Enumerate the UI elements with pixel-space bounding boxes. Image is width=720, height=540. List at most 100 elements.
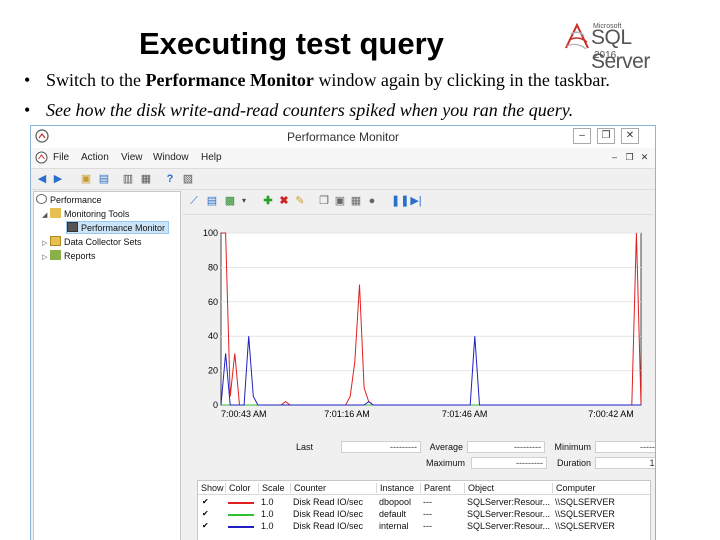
bullet-2-text: See how the disk write-and-read counters…	[46, 100, 574, 120]
row-scale: 1.0	[261, 497, 274, 507]
column-header-counter[interactable]: Counter	[290, 483, 326, 493]
data-collector-icon	[50, 236, 61, 246]
child-minimize-icon[interactable]: –	[609, 152, 620, 163]
column-header-color[interactable]: Color	[225, 483, 251, 493]
close-button[interactable]: ✕	[621, 128, 639, 144]
x-tick-label: 7:00:42 AM	[588, 409, 634, 419]
column-header-computer[interactable]: Computer	[552, 483, 596, 493]
view-log-data-icon[interactable]: ▤	[205, 194, 219, 208]
reports-icon	[50, 250, 61, 260]
menu-help[interactable]: Help	[201, 152, 222, 163]
row-parent: ---	[423, 509, 432, 519]
maximum-label: Maximum	[425, 458, 465, 468]
child-close-icon[interactable]: ✕	[639, 152, 650, 163]
x-tick-label: 7:00:43 AM	[221, 409, 267, 419]
sql-server-logo: Microsoft SQL Server 2016	[563, 20, 675, 73]
minimize-button[interactable]: –	[573, 128, 591, 144]
show-hide-tree-icon[interactable]: ▤	[97, 172, 111, 186]
tree-label-performance-monitor: Performance Monitor	[81, 223, 166, 233]
up-folder-icon[interactable]: ▣	[79, 172, 93, 186]
add-counter-icon[interactable]: ✚	[261, 194, 275, 208]
row-object: SQLServer:Resour...	[467, 521, 551, 531]
menu-view[interactable]: View	[121, 152, 143, 163]
show-checkbox-icon[interactable]: ✔	[202, 522, 210, 530]
row-counter: Disk Read IO/sec	[293, 497, 364, 507]
restore-button[interactable]: ❐	[597, 128, 615, 144]
bullet-marker: •	[24, 70, 31, 90]
export-list-icon[interactable]: ▥	[121, 172, 135, 186]
window-titlebar[interactable]: Performance Monitor – ❐ ✕	[31, 126, 655, 148]
y-tick-label: 80	[208, 262, 218, 272]
mmc-document-icon[interactable]	[35, 151, 48, 164]
tree-item-reports[interactable]: ▷ Reports	[42, 250, 96, 261]
column-header-scale[interactable]: Scale	[258, 483, 285, 493]
tree-item-performance[interactable]: Performance	[36, 194, 102, 205]
column-header-show[interactable]: Show	[198, 483, 224, 493]
y-tick-label: 60	[208, 297, 218, 307]
tree-item-monitoring-tools[interactable]: ◢ Monitoring Tools	[42, 208, 129, 219]
row-computer: \\SQLSERVER	[555, 509, 615, 519]
zoom-icon[interactable]: ●	[365, 194, 379, 208]
child-restore-icon[interactable]: ❐	[624, 152, 635, 163]
menu-file[interactable]: File	[53, 152, 69, 163]
change-graph-type-icon[interactable]: ▩	[223, 194, 237, 208]
back-arrow-icon[interactable]: ◀	[35, 172, 49, 186]
series-color-swatch	[228, 502, 254, 504]
minimum-label: Minimum	[554, 442, 591, 452]
last-label: Last	[295, 442, 313, 452]
tree-label-monitoring-tools: Monitoring Tools	[64, 209, 130, 219]
table-row[interactable]: ✔ 1.0 Disk Read IO/sec default --- SQLSe…	[198, 509, 650, 521]
menu-window[interactable]: Window	[153, 152, 189, 163]
row-instance: default	[379, 509, 407, 519]
performance-line-chart[interactable]: 100 80 60 40 20 0 7:00:43 AM 7:01:16 AM 7:01:46…	[183, 219, 653, 419]
row-scale: 1.0	[261, 509, 274, 519]
bullet-1-bold: Performance Monitor	[145, 70, 314, 90]
row-instance: internal	[379, 521, 409, 531]
row-computer: \\SQLSERVER	[555, 497, 615, 507]
properties-icon[interactable]: ▧	[181, 172, 195, 186]
row-scale: 1.0	[261, 521, 274, 531]
print-icon[interactable]: ▦	[139, 172, 153, 186]
highlight-icon[interactable]: ✎	[293, 194, 307, 208]
last-value: ---------	[341, 441, 421, 453]
expand-arrow-icon[interactable]: ▷	[42, 253, 50, 261]
performance-monitor-icon	[67, 222, 78, 232]
y-tick-label: 0	[213, 400, 218, 410]
maximum-value: ---------	[471, 457, 547, 469]
help-icon[interactable]: ?	[163, 172, 177, 186]
menu-action[interactable]: Action	[81, 152, 109, 163]
copy-properties-icon[interactable]: ❐	[317, 194, 331, 208]
properties-icon[interactable]: ▦	[349, 194, 363, 208]
series-color-swatch	[228, 514, 254, 516]
tree-label-performance: Performance	[50, 195, 102, 205]
show-checkbox-icon[interactable]: ✔	[202, 498, 210, 506]
freeze-display-icon[interactable]: ❚❚	[391, 194, 409, 208]
tree-label-data-collector-sets: Data Collector Sets	[64, 237, 142, 247]
collapse-arrow-icon[interactable]: ◢	[42, 211, 50, 219]
paste-counter-list-icon[interactable]: ▣	[333, 194, 347, 208]
minimum-value: ---------	[595, 441, 655, 453]
update-data-icon[interactable]: ▶|	[409, 194, 423, 208]
slide-title: Executing test query	[139, 26, 444, 61]
column-header-instance[interactable]: Instance	[376, 483, 414, 493]
delete-counter-icon[interactable]: ✖	[277, 194, 291, 208]
bullet-1-post: window again by clicking in the taskbar.	[313, 70, 610, 90]
row-instance: dbopool	[379, 497, 412, 507]
tree-label-reports: Reports	[64, 251, 96, 261]
forward-arrow-icon[interactable]: ▶	[51, 172, 65, 186]
column-header-parent[interactable]: Parent	[420, 483, 451, 493]
y-tick-label: 100	[203, 228, 218, 238]
show-checkbox-icon[interactable]: ✔	[202, 510, 210, 518]
view-current-activity-icon[interactable]: ⟋	[187, 194, 201, 208]
table-row[interactable]: ✔ 1.0 Disk Read IO/sec internal --- SQLS…	[198, 521, 650, 533]
tree-item-performance-monitor[interactable]: Performance Monitor	[66, 221, 170, 234]
table-row[interactable]: ✔ 1.0 Disk Read IO/sec dbopool --- SQLSe…	[198, 497, 650, 509]
tree-item-data-collector-sets[interactable]: ▷ Data Collector Sets	[42, 236, 142, 247]
average-label: Average	[429, 442, 463, 452]
counter-list-header: Show Color Scale Counter Instance Parent…	[198, 481, 650, 495]
column-header-object[interactable]: Object	[464, 483, 494, 493]
y-tick-label: 20	[208, 366, 218, 376]
bullet-1-pre: Switch to the	[46, 70, 146, 90]
graph-type-dropdown-icon[interactable]: ▾	[237, 194, 251, 208]
expand-arrow-icon[interactable]: ▷	[42, 239, 50, 247]
